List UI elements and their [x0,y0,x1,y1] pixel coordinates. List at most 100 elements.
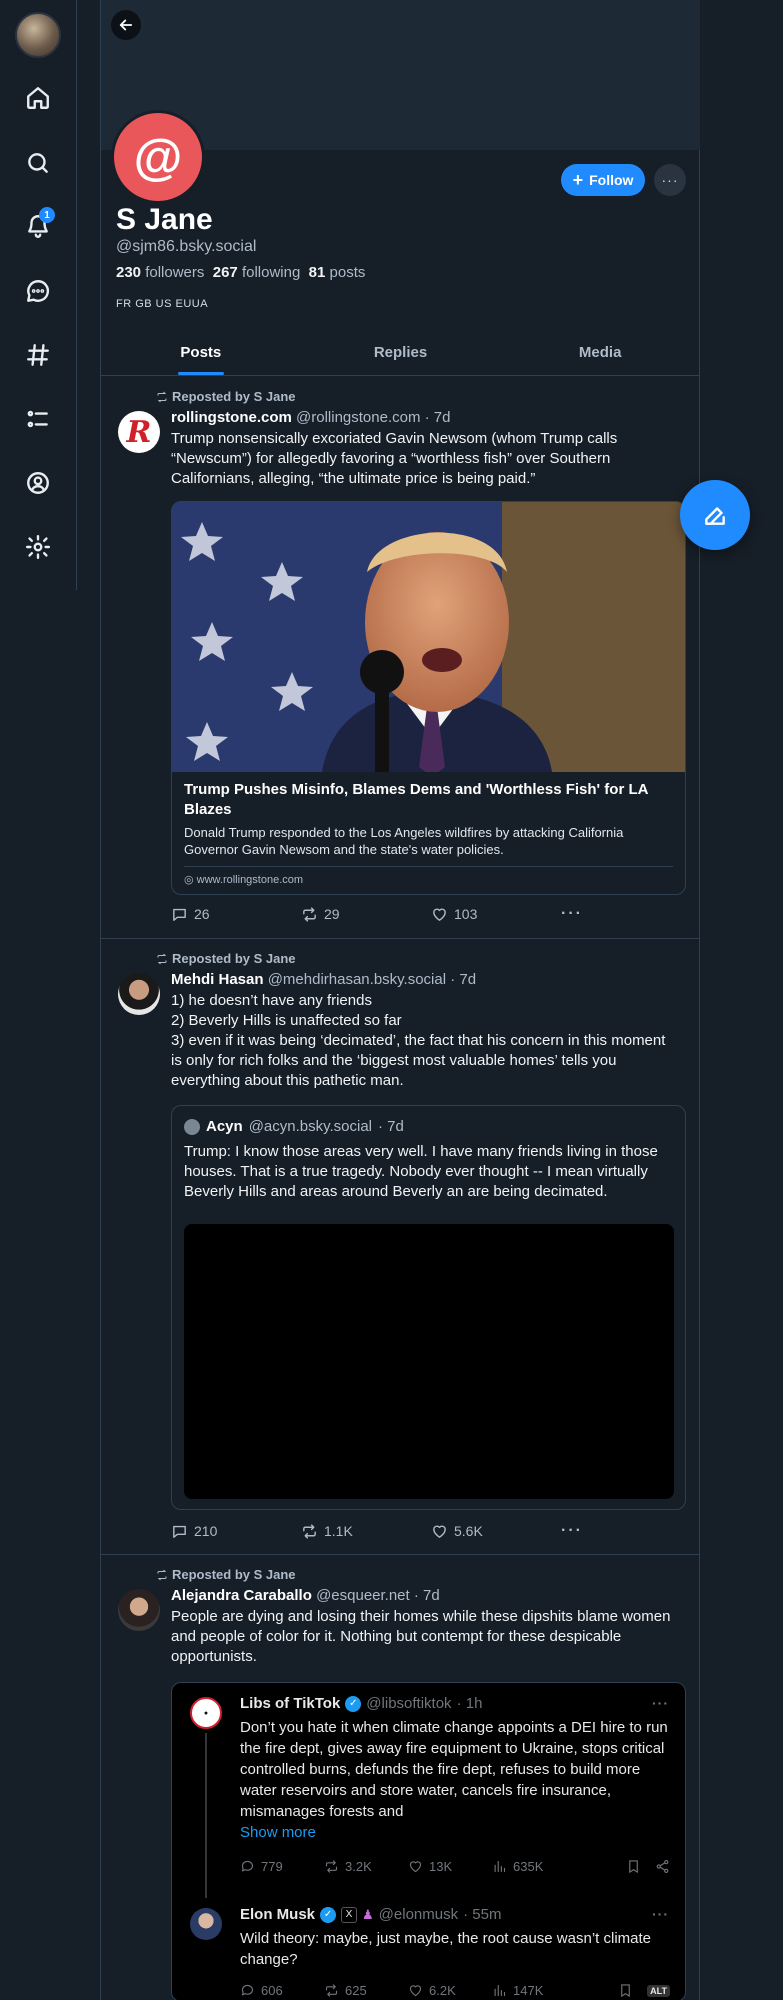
left-sidebar: 1 [0,0,77,590]
verified-badge-icon: ✓ [320,1906,337,1923]
home-icon[interactable] [22,82,54,114]
author-handle[interactable]: @mehdirhasan.bsky.social [268,971,446,988]
x-post-header: Libs of TikTok ✓ @libsoftiktok · 1h [240,1695,483,1712]
author-name[interactable]: rollingstone.com [171,409,292,426]
post-time[interactable]: · 7d [414,1587,440,1604]
follow-button[interactable]: + Follow [561,164,645,196]
person-badge-icon: ♟ [362,1906,374,1922]
repost-button[interactable]: 29 [301,905,431,923]
repost-button[interactable]: 1.1K [301,1522,431,1540]
reply-icon [241,1984,254,1996]
post-more-button[interactable]: ··· [561,905,691,923]
x-logo-icon: X [341,1906,358,1923]
post-actions: 26 29 103 ··· [171,905,691,923]
show-more-link: Show more [240,1824,316,1841]
author-handle[interactable]: @esqueer.net [316,1587,410,1604]
author-avatar[interactable] [118,973,160,1015]
x-views-stat: 635K [492,1859,576,1874]
compose-button[interactable] [680,480,750,550]
link-preview-card[interactable]: Trump Pushes Misinfo, Blames Dems and 'W… [171,501,686,895]
x-more-icon: ··· [652,1695,669,1711]
search-icon[interactable] [22,147,54,179]
repost-indicator: Reposted by S Jane [156,1567,296,1582]
author-avatar[interactable]: R [118,411,160,453]
bookmark-icon [621,1984,630,1998]
globe-icon: ◎ [184,874,194,886]
repost-icon [325,1984,338,1997]
x-reply-stat: 606 [240,1983,324,1998]
post-more-button[interactable]: ··· [561,1522,691,1540]
notification-badge: 1 [39,207,55,223]
heart-icon [409,1985,422,1997]
quote-author-handle: @acyn.bsky.social [248,1118,373,1135]
settings-icon[interactable] [22,531,54,563]
feed-post[interactable]: Reposted by S Jane Mehdi Hasan @mehdirha… [101,939,700,1555]
chat-icon[interactable] [22,275,54,307]
quote-text: Trump: I know those areas very well. I h… [184,1143,658,1200]
x-like-stat: 13K [408,1859,492,1874]
following-stat[interactable]: 267 following [213,264,301,281]
heart-icon [409,1861,422,1873]
like-button[interactable]: 103 [431,905,561,923]
repost-icon [157,391,167,402]
verified-badge-icon: ✓ [345,1695,362,1712]
x-repost-stat: 625 [324,1983,408,1998]
feed-post[interactable]: Reposted by S Jane R rollingstone.com @r… [101,377,700,939]
x-repost-stat: 3.2K [324,1859,408,1874]
reply-icon [173,908,186,921]
post-time[interactable]: · 7d [450,971,476,988]
bell-icon[interactable]: 1 [22,207,55,242]
x-post-actions: 606 625 6.2K 147K ALT [240,1983,670,1998]
post-text: Trump nonsensically excoriated Gavin New… [171,430,618,487]
link-preview-title: Trump Pushes Misinfo, Blames Dems and 'W… [184,781,648,818]
author-name[interactable]: Alejandra Caraballo [171,1587,312,1604]
current-user-avatar[interactable] [15,12,61,58]
repost-icon [157,1569,167,1580]
reply-icon [173,1525,186,1538]
post-actions: 210 1.1K 5.6K ··· [171,1522,691,1540]
tab-media[interactable]: Media [500,330,700,375]
tab-posts[interactable]: Posts [101,330,301,375]
author-handle[interactable]: @rollingstone.com [296,409,420,426]
x-post-text: Don’t you hate it when climate change ap… [240,1717,670,1843]
repost-indicator: Reposted by S Jane [156,951,296,966]
profile-more-button[interactable]: ··· [654,164,686,196]
heart-icon [433,1525,446,1538]
hashtag-icon[interactable] [22,339,54,371]
like-button[interactable]: 5.6K [431,1522,561,1540]
embedded-image-card[interactable]: ● Libs of TikTok ✓ @libsoftiktok · 1h ··… [171,1682,686,2000]
author-avatar[interactable] [118,1589,160,1631]
list-icon[interactable] [22,403,54,435]
posts-stat: 81 posts [308,264,366,281]
x-views-stat: 147K [492,1983,576,1998]
repost-icon [157,953,167,964]
post-time[interactable]: · 7d [425,409,451,426]
feed-post[interactable]: Reposted by S Jane Alejandra Caraballo @… [101,1555,700,2000]
quote-header: Acyn @acyn.bsky.social · 7d [184,1118,404,1135]
portrait-illustration [172,502,685,772]
link-preview-description: Donald Trump responded to the Los Angele… [184,825,624,857]
reply-button[interactable]: 210 [171,1522,301,1540]
author-name[interactable]: Mehdi Hasan [171,971,264,988]
link-preview-image [172,502,685,772]
post-header: Alejandra Caraballo @esqueer.net · 7d [171,1587,440,1604]
profile-tabs: Posts Replies Media [101,330,700,376]
profile-main-column: @ + Follow ··· S Jane @sjm86.bsky.social… [100,0,700,2000]
quote-time: · 7d [378,1118,404,1135]
arrow-left-icon [119,19,133,31]
plus-icon: + [572,170,584,190]
quote-post-card[interactable]: Acyn @acyn.bsky.social · 7d Trump: I kno… [171,1105,686,1510]
reply-button[interactable]: 26 [171,905,301,923]
repost-icon [303,1523,316,1539]
thread-line [205,1733,207,1898]
profile-icon[interactable] [22,467,54,499]
bar-chart-icon [494,1984,506,1997]
display-name: S Jane [116,203,213,236]
repost-icon [303,906,316,922]
video-player[interactable] [184,1224,674,1499]
tab-replies[interactable]: Replies [301,330,501,375]
followers-stat[interactable]: 230 followers [116,264,204,281]
profile-avatar[interactable]: @ [111,110,205,204]
repost-indicator: Reposted by S Jane [156,389,296,404]
back-button[interactable] [111,10,141,40]
